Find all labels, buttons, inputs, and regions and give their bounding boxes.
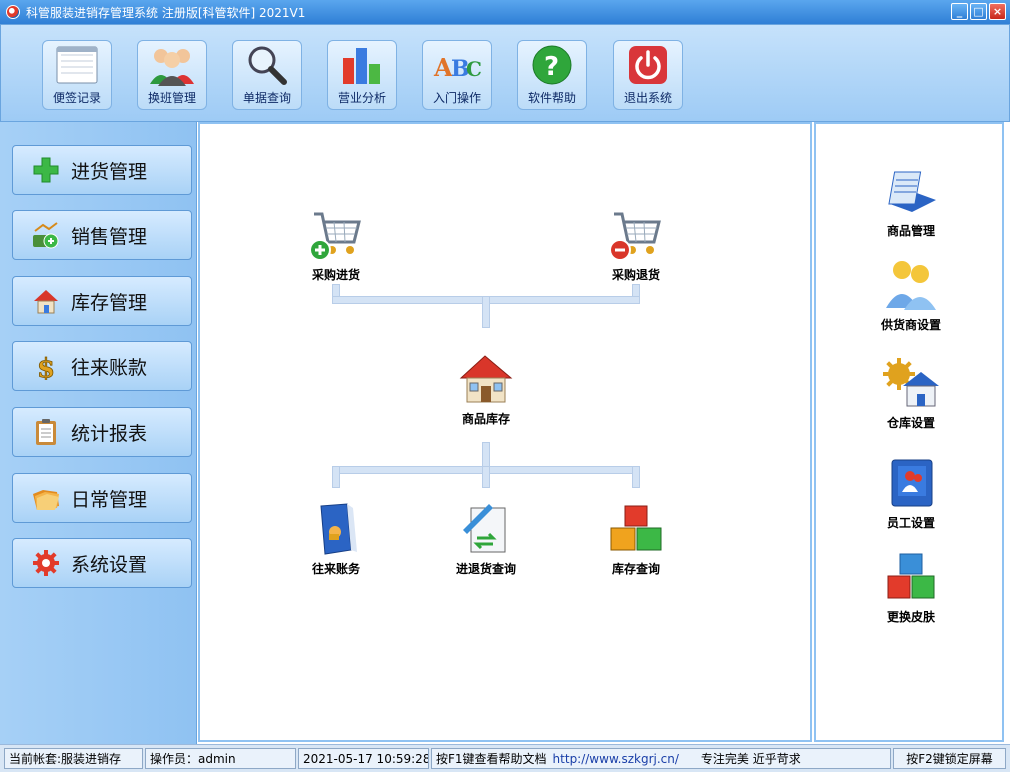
io-query-button[interactable]: 进退货查询 (436, 500, 536, 577)
pipe-segment (482, 466, 490, 488)
status-account: 当前帐套:服装进销存 (4, 748, 143, 769)
svg-text:?: ? (544, 52, 559, 82)
toolbar-help-button[interactable]: ? 软件帮助 (517, 40, 587, 110)
svg-text:C: C (466, 57, 482, 81)
svg-text:A: A (433, 53, 453, 82)
dollar-icon: $ (31, 351, 61, 381)
toolbar-shift-button[interactable]: 换班管理 (137, 40, 207, 110)
cart-add-icon (306, 206, 366, 264)
help-icon: ? (527, 44, 577, 86)
magnifier-icon (242, 44, 292, 86)
warehouse-gear-icon (881, 354, 941, 412)
status-datetime: 2021-05-17 10:59:28 (298, 748, 429, 769)
status-operator: 操作员：admin (145, 748, 296, 769)
settings-panel: 商品管理 供货商设置 仓库设置 员工设置 更换皮肤 (814, 122, 1004, 742)
toolbar: 便签记录 换班管理 单据查询 营业分析 ABC 入门操作 ? 软件帮助 退出系统 (0, 24, 1010, 122)
help-hint: 按F1键查看帮助文档 (436, 752, 547, 766)
status-help: 按F1键查看帮助文档 http://www.szkgrj.cn/ 专注完美 近乎… (431, 748, 891, 769)
users-icon (881, 256, 941, 314)
sales-icon (31, 220, 61, 250)
abc-icon: ABC (432, 44, 482, 86)
sidebar-item-inventory[interactable]: 库存管理 (12, 276, 192, 326)
accounts-button[interactable]: 往来账务 (286, 500, 386, 577)
boxes-icon (606, 500, 666, 558)
pipe-segment (482, 296, 490, 328)
flow-panel: 采购进货 采购退货 商品库存 往来账务 进退货查询 库存查询 (198, 122, 812, 742)
window-controls: _ □ × (951, 3, 1006, 20)
document-exchange-icon (456, 500, 516, 558)
title-bar: 科管服装进销存管理系统 注册版[科管软件] 2021V1 _ □ × (0, 0, 1010, 24)
sidebar-item-purchase[interactable]: 进货管理 (12, 145, 192, 195)
change-skin-button[interactable]: 更换皮肤 (856, 548, 966, 625)
book-icon (306, 500, 366, 558)
svg-text:$: $ (37, 354, 55, 380)
sidebar-item-daily[interactable]: 日常管理 (12, 473, 192, 523)
close-button[interactable]: × (989, 3, 1006, 20)
house-icon (31, 286, 61, 316)
sidebar-item-accounts[interactable]: $ 往来账款 (12, 341, 192, 391)
folders-icon (31, 483, 61, 513)
power-icon (623, 44, 673, 86)
inventory-button[interactable]: 商品库存 (436, 350, 536, 427)
cart-remove-icon (606, 206, 666, 264)
product-management-button[interactable]: 商品管理 (856, 162, 966, 239)
purchase-return-button[interactable]: 采购退货 (586, 206, 686, 283)
bar-chart-icon (337, 44, 387, 86)
status-bar: 当前帐套:服装进销存 操作员：admin 2021-05-17 10:59:28… (0, 744, 1010, 772)
notepad-icon (52, 44, 102, 86)
sidebar-item-reports[interactable]: 统计报表 (12, 407, 192, 457)
plus-icon (31, 155, 61, 185)
maximize-button[interactable]: □ (970, 3, 987, 20)
users-icon (147, 44, 197, 86)
sidebar-item-settings[interactable]: 系统设置 (12, 538, 192, 588)
warehouse-settings-button[interactable]: 仓库设置 (856, 354, 966, 431)
purchase-in-button[interactable]: 采购进货 (286, 206, 386, 283)
staff-settings-button[interactable]: 员工设置 (856, 454, 966, 531)
toolbar-notes-button[interactable]: 便签记录 (42, 40, 112, 110)
toolbar-analysis-button[interactable]: 营业分析 (327, 40, 397, 110)
cubes-icon (881, 548, 941, 606)
sidebar: 进货管理 销售管理 库存管理 $ 往来账款 统计报表 日常管理 系统设置 (0, 122, 197, 744)
website-link[interactable]: http://www.szkgrj.cn/ (553, 752, 679, 766)
toolbar-exit-button[interactable]: 退出系统 (613, 40, 683, 110)
house-icon (456, 350, 516, 408)
window-title: 科管服装进销存管理系统 注册版[科管软件] 2021V1 (26, 5, 306, 20)
stock-query-button[interactable]: 库存查询 (586, 500, 686, 577)
status-lock-hint: 按F2键锁定屏幕 (893, 748, 1006, 769)
sidebar-item-sales[interactable]: 销售管理 (12, 210, 192, 260)
minimize-button[interactable]: _ (951, 3, 968, 20)
staff-book-icon (881, 454, 941, 512)
slogan-text: 专注完美 近乎苛求 (700, 752, 801, 766)
toolbar-guide-button[interactable]: ABC 入门操作 (422, 40, 492, 110)
app-logo-icon (6, 5, 20, 19)
pipe-segment (632, 466, 640, 488)
gear-icon (31, 548, 61, 578)
clipboard-icon (31, 417, 61, 447)
product-catalog-icon (881, 162, 941, 220)
supplier-settings-button[interactable]: 供货商设置 (856, 256, 966, 333)
pipe-segment (332, 466, 340, 488)
toolbar-query-button[interactable]: 单据查询 (232, 40, 302, 110)
